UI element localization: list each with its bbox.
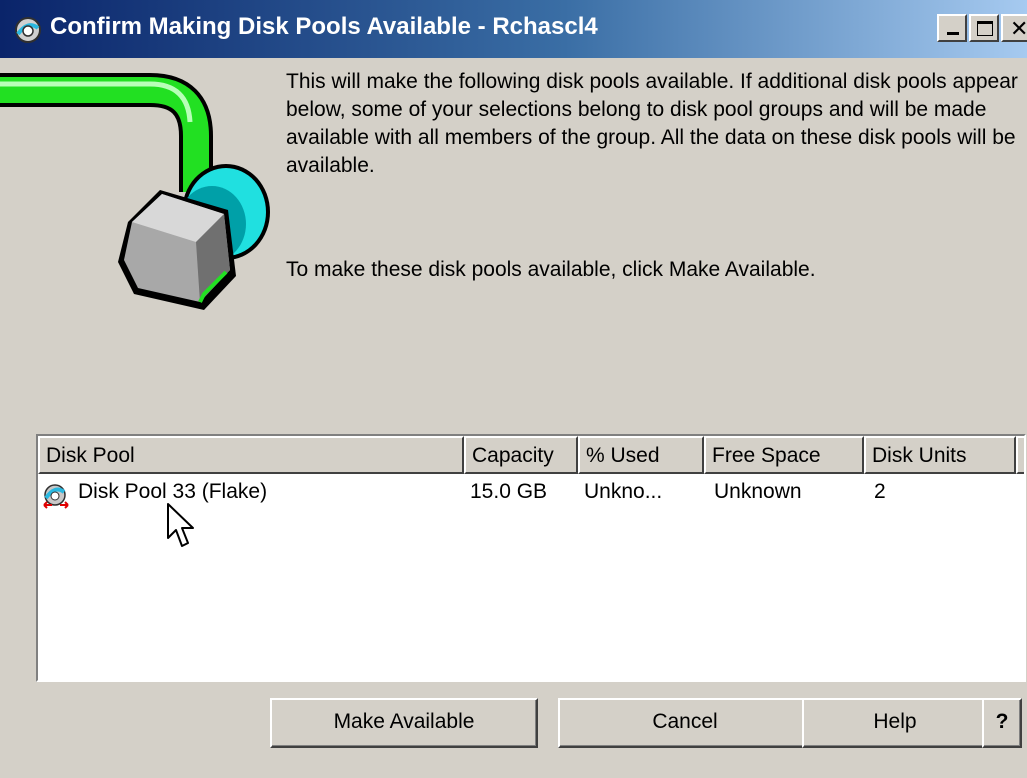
make-available-button[interactable]: Make Available	[270, 698, 538, 748]
cancel-button[interactable]: Cancel	[558, 698, 812, 748]
table-header: Disk Pool Capacity % Used Free Space Dis…	[38, 436, 1024, 474]
close-button[interactable]: ✕	[1001, 14, 1027, 42]
disk-pipe-illustration	[0, 73, 270, 310]
help-button[interactable]: Help	[802, 698, 988, 748]
disk-pool-app-icon	[15, 17, 41, 43]
disk-pool-table[interactable]: Disk Pool Capacity % Used Free Space Dis…	[36, 434, 1026, 682]
maximize-button[interactable]	[969, 14, 999, 42]
disk-pool-used: Unkno...	[584, 480, 663, 503]
disk-pool-capacity: 15.0 GB	[470, 480, 548, 503]
column-header-disk-units[interactable]: Disk Units	[864, 436, 1016, 474]
minimize-button[interactable]	[937, 14, 967, 42]
disk-pool-name: Disk Pool 33 (Flake)	[78, 480, 268, 503]
context-help-button[interactable]: ?	[982, 698, 1022, 748]
title-bar[interactable]: Confirm Making Disk Pools Available - Rc…	[0, 0, 1027, 58]
column-header-filler	[1016, 436, 1024, 474]
column-header-disk-pool[interactable]: Disk Pool	[38, 436, 464, 474]
instruction-text: To make these disk pools available, clic…	[286, 258, 816, 281]
mouse-pointer-icon	[167, 503, 194, 547]
column-header-used[interactable]: % Used	[578, 436, 704, 474]
window-title: Confirm Making Disk Pools Available - Rc…	[50, 13, 598, 40]
description-text: This will make the following disk pools …	[286, 70, 1018, 177]
disk-pool-icon	[43, 484, 69, 509]
column-header-free-space[interactable]: Free Space	[704, 436, 864, 474]
column-header-capacity[interactable]: Capacity	[464, 436, 578, 474]
disk-pool-units: 2	[874, 480, 886, 503]
close-icon: ✕	[1010, 16, 1027, 41]
disk-pool-free-space: Unknown	[714, 480, 802, 503]
